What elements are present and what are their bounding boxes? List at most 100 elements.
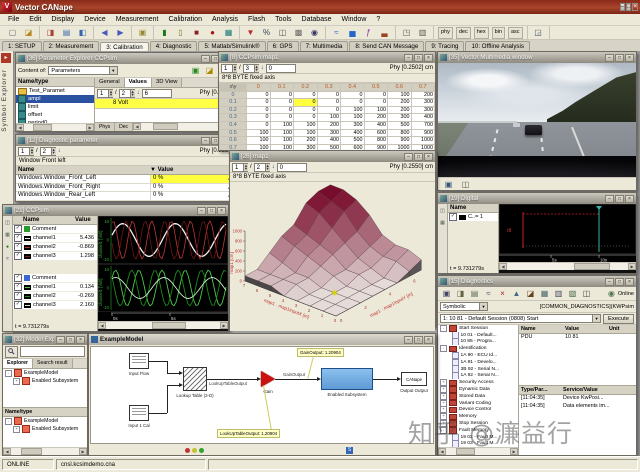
model-tree-item[interactable]: +Enabled Subsystem [3, 425, 87, 433]
map3d-spin-spinner[interactable]: 1▲▼ [232, 163, 248, 172]
tab-search-result[interactable]: Search result [33, 359, 73, 368]
diag-session-icon[interactable]: ▣ [440, 287, 453, 300]
tab-3dview[interactable]: 3D View [152, 78, 182, 87]
channel-checkbox[interactable]: ✓ [14, 301, 22, 309]
digital-config-icon[interactable]: ◫ [438, 206, 448, 216]
map-cell[interactable]: 0 [270, 91, 294, 99]
param-tree-item-test_paramet[interactable]: Test_Paramet [16, 87, 94, 95]
scope-channel-row[interactable]: ✓channel31.298 [13, 252, 97, 261]
map-col-header[interactable]: 0.2 [294, 84, 318, 92]
window-titlebar[interactable]: [8] CCPsim map1–□× [219, 52, 435, 63]
map-cell[interactable]: 0 [294, 106, 318, 114]
scope-signal-icon[interactable]: ≈ [3, 254, 13, 264]
scope-hscrollbar[interactable]: ◀▶ [98, 321, 228, 329]
map-cell[interactable]: 0 [317, 106, 341, 114]
map-cell[interactable]: 1000 [411, 137, 435, 145]
record-icon[interactable]: ● [205, 26, 220, 40]
log-table-row[interactable]: [11:04:35]Device KwPosi... [519, 395, 636, 403]
diag-up-icon[interactable]: ▲ [510, 287, 523, 300]
menu-flash[interactable]: Flash [243, 16, 270, 23]
map-row-header[interactable]: 0.2 [220, 106, 247, 114]
map3d-spin-spinner[interactable]: 2▲▼ [254, 163, 270, 172]
forward-icon[interactable]: ▶ [113, 26, 128, 40]
layout-icon[interactable]: ◫ [458, 177, 473, 191]
map-cell[interactable]: 0 [247, 114, 271, 122]
scope-channel-row[interactable]: ✓channel2-0.869 [13, 243, 97, 252]
channel-checkbox[interactable]: ✓ [14, 283, 22, 291]
map-cell[interactable]: 100 [294, 129, 318, 137]
menu-device[interactable]: Device [79, 16, 110, 23]
menu-window[interactable]: Window [336, 16, 371, 23]
tab-5[interactable]: 5: Matlab/Simulink® [198, 41, 265, 51]
model-tree-item[interactable]: -ExampleModel [3, 417, 87, 425]
maximize-button[interactable]: □ [615, 278, 624, 286]
map-spin-spinner[interactable]: 1▲▼ [221, 64, 237, 73]
tab-10[interactable]: 10: Offline Analysis [465, 41, 530, 51]
diag-tree-item[interactable]: -Start Session [438, 325, 518, 332]
map-cell[interactable]: 100 [247, 137, 271, 145]
diagparam-row[interactable]: Windows.Window_Rear_Left0 %▴▾ [16, 192, 232, 201]
tab-6[interactable]: 6: GPS [267, 41, 299, 51]
close-button[interactable]: × [632, 3, 638, 11]
model-canvas[interactable]: Input Flow Input 1 Cal Lookup Table (2-D… [90, 346, 434, 444]
close-button[interactable]: × [424, 54, 433, 62]
scope-name-col[interactable]: Name [13, 216, 75, 224]
scope-comment-row[interactable]: ✓Comment [13, 225, 97, 234]
close-button[interactable]: × [424, 153, 433, 161]
map-cell[interactable]: 0 [317, 99, 341, 107]
menu-display[interactable]: Display [46, 16, 79, 23]
minimize-button[interactable]: – [404, 153, 413, 161]
diag-columns-icon[interactable]: ◫ [580, 287, 593, 300]
map-row-header[interactable]: 0.1 [220, 99, 247, 107]
map-cell[interactable]: 300 [341, 121, 365, 129]
param-spin-spinner[interactable]: 2▲▼ [119, 89, 135, 98]
menu-edit[interactable]: Edit [24, 16, 46, 23]
map-cell[interactable]: 0 [341, 99, 365, 107]
channel-checkbox[interactable]: ✓ [14, 234, 22, 242]
map-row-header[interactable]: 0 [220, 91, 247, 99]
diag-tree-item[interactable]: 1A 91 - Develo... [438, 359, 518, 366]
tree-expander[interactable]: + [440, 386, 447, 393]
map3d-spin-down-icon[interactable]: ↓ [272, 164, 275, 170]
tab-1[interactable]: 1: SETUP [2, 41, 42, 51]
diagparam-spin-down-icon[interactable]: ↓ [58, 148, 61, 154]
tree-expander[interactable]: + [440, 393, 447, 400]
window-titlebar[interactable]: [12] Diagnostic parameter–□× [16, 135, 232, 146]
window-titlebar[interactable]: [35] Vector Multimedia window–□× [438, 52, 636, 63]
close-button[interactable]: × [625, 278, 634, 286]
map-cell[interactable]: 0 [270, 106, 294, 114]
diag-tree-item[interactable]: -Identification [438, 345, 518, 352]
new-file-icon[interactable]: ▢ [5, 26, 20, 40]
device-window-icon[interactable]: ◧ [75, 26, 90, 40]
map-cell[interactable]: 0 [317, 91, 341, 99]
map-spin-value-box[interactable]: 0 [266, 64, 296, 73]
map-cell[interactable]: 300 [317, 129, 341, 137]
param-value-cell[interactable]: 8 Volt [95, 99, 232, 109]
maximize-button[interactable]: □ [207, 207, 216, 215]
map-cell[interactable]: 500 [341, 137, 365, 145]
param-tree-item-ampl[interactable]: ampl [16, 95, 94, 103]
param-spin-value-box[interactable]: 6 [142, 89, 172, 98]
scope-channel-row[interactable]: ✓channel10.134 [13, 283, 97, 292]
new-window-icon[interactable]: ◳ [399, 26, 414, 40]
tree-expander[interactable]: - [440, 325, 447, 332]
scope-channel-row[interactable]: ✓channel15.436 [13, 234, 97, 243]
minimize-button[interactable]: – [201, 55, 210, 63]
map-cell[interactable]: 100 [247, 129, 271, 137]
maximize-button[interactable]: □ [414, 153, 423, 161]
diag-tree-item[interactable]: 1A 90 - ECU Id... [438, 352, 518, 359]
view-tab-dec[interactable]: Dec [115, 123, 133, 131]
monitor-icon[interactable]: ▦ [221, 26, 236, 40]
close-button[interactable]: × [424, 336, 433, 344]
digital-channel-row[interactable]: ✓ C..= 1 [448, 213, 498, 222]
bars-icon[interactable]: ▃ [377, 26, 392, 40]
chart-icon[interactable]: ▅ [345, 26, 360, 40]
map-cell[interactable]: 300 [388, 114, 412, 122]
view-icon[interactable]: ◉ [307, 26, 322, 40]
map-cell[interactable]: 200 [388, 99, 412, 107]
scope-config-icon[interactable]: ◫ [3, 218, 13, 228]
map-cell[interactable]: 100 [270, 121, 294, 129]
model-tree-header[interactable]: Name/type [3, 408, 87, 417]
tab-9[interactable]: 9: Tracing [425, 41, 464, 51]
tab-7[interactable]: 7: Multimedia [300, 41, 349, 51]
